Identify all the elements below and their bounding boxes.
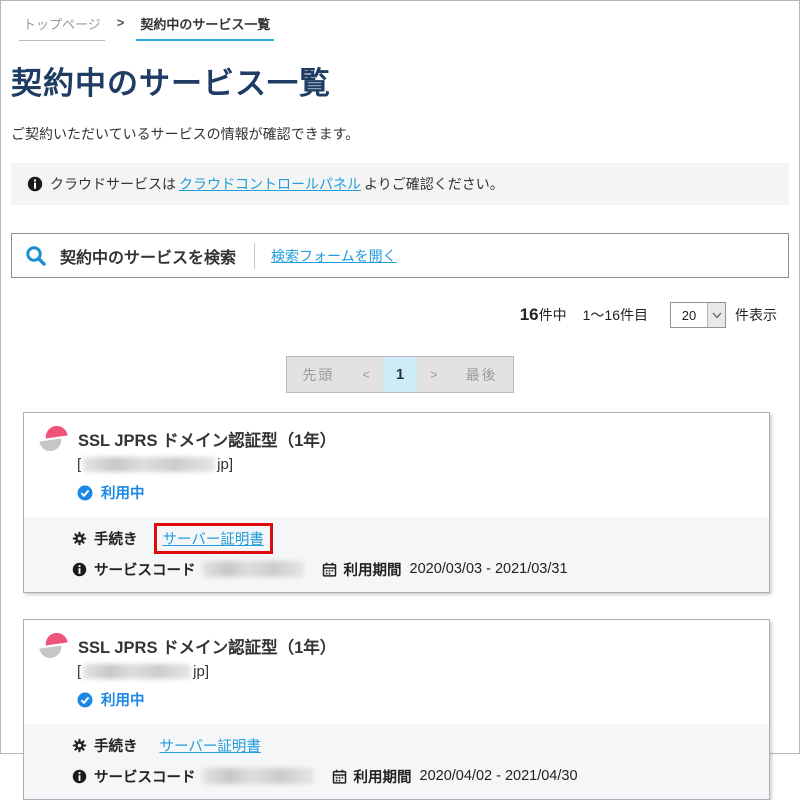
ssl-service-icon (40, 426, 67, 451)
redacted-domain (83, 457, 215, 472)
redacted-service-code (202, 561, 304, 577)
calendar-icon (322, 562, 337, 577)
gear-icon (72, 531, 87, 546)
pagination-prev-button[interactable]: < (350, 357, 383, 392)
procedure-label: 手続き (94, 528, 138, 549)
chevron-down-icon (707, 303, 725, 327)
service-code-label: サービスコード (94, 766, 196, 787)
total-count: 16 (520, 305, 539, 325)
period-label: 利用期間 (354, 766, 412, 787)
per-page-value: 20 (671, 303, 707, 327)
breadcrumb-home-link[interactable]: トップページ (19, 14, 105, 41)
breadcrumb: トップページ > 契約中のサービス一覧 (11, 1, 789, 41)
notice-text-suffix: よりご確認ください。 (364, 174, 504, 194)
gear-icon (72, 738, 87, 753)
breadcrumb-separator: > (117, 14, 125, 30)
redacted-domain (83, 664, 191, 679)
domain-bracket-open: [ (77, 663, 81, 680)
service-card: SSL JPRS ドメイン認証型（1年） [ jp] 利用中 手続き サーバー証… (23, 619, 770, 800)
check-circle-icon (77, 692, 93, 708)
per-page-select[interactable]: 20 (670, 302, 726, 328)
service-status: 利用中 (77, 689, 753, 710)
pagination-next-button[interactable]: > (417, 357, 450, 392)
check-circle-icon (77, 485, 93, 501)
pagination-current-page[interactable]: 1 (383, 357, 418, 392)
period-value: 2020/03/03 - 2021/03/31 (410, 561, 568, 577)
info-circle-icon (72, 769, 87, 784)
pagination-first-button[interactable]: 先頭 (287, 357, 350, 392)
cloud-control-panel-link[interactable]: クラウドコントロールパネル (179, 174, 361, 194)
notice-text-prefix: クラウドサービスは (50, 174, 176, 194)
domain-visible-part: jp] (217, 456, 233, 473)
highlight-red-box: サーバー証明書 (154, 523, 273, 554)
service-code-label: サービスコード (94, 559, 196, 580)
status-badge: 利用中 (101, 482, 145, 503)
service-card-footer: 手続き サーバー証明書 サービスコード 利用期間 2020/03/03 - 20… (24, 517, 769, 592)
status-badge: 利用中 (101, 689, 145, 710)
server-certificate-link[interactable]: サーバー証明書 (160, 735, 261, 756)
domain-visible-part: jp] (193, 663, 209, 680)
pagination-last-button[interactable]: 最後 (450, 357, 513, 392)
domain-bracket-open: [ (77, 456, 81, 473)
search-icon (24, 244, 48, 268)
total-count-suffix: 件中 (539, 305, 567, 325)
service-domain: [ jp] (77, 456, 753, 473)
info-circle-icon (72, 562, 87, 577)
procedure-label: 手続き (94, 735, 138, 756)
list-controls: 16 件中 1〜16件目 20 件表示 (11, 302, 789, 328)
result-range: 1〜16件目 (583, 305, 648, 325)
redacted-service-code (202, 768, 314, 784)
period-value: 2020/04/02 - 2021/04/30 (420, 768, 578, 784)
service-search-bar: 契約中のサービスを検索 検索フォームを開く (11, 233, 789, 278)
service-card-header: SSL JPRS ドメイン認証型（1年） [ jp] 利用中 (24, 413, 769, 517)
server-certificate-link[interactable]: サーバー証明書 (163, 532, 264, 548)
search-label: 契約中のサービスを検索 (60, 244, 236, 268)
page: トップページ > 契約中のサービス一覧 契約中のサービス一覧 ご契約いただいてい… (1, 1, 799, 800)
per-page-suffix: 件表示 (735, 305, 777, 325)
service-card-footer: 手続き サーバー証明書 サービスコード 利用期間 2020/04/02 - 20… (24, 724, 769, 799)
breadcrumb-current: 契約中のサービス一覧 (136, 14, 274, 41)
page-title: 契約中のサービス一覧 (11, 58, 789, 103)
info-circle-icon (27, 176, 43, 192)
service-domain: [ jp] (77, 663, 753, 680)
pagination: 先頭 < 1 > 最後 (286, 356, 514, 393)
page-description: ご契約いただいているサービスの情報が確認できます。 (11, 124, 789, 144)
service-card: SSL JPRS ドメイン認証型（1年） [ jp] 利用中 手続き (23, 412, 770, 593)
search-divider (254, 243, 255, 269)
ssl-service-icon (40, 633, 67, 658)
period-label: 利用期間 (344, 559, 402, 580)
open-search-form-link[interactable]: 検索フォームを開く (271, 246, 397, 266)
service-title: SSL JPRS ドメイン認証型（1年） (78, 427, 336, 451)
service-title: SSL JPRS ドメイン認証型（1年） (78, 634, 336, 658)
service-card-header: SSL JPRS ドメイン認証型（1年） [ jp] 利用中 (24, 620, 769, 724)
cloud-notice: クラウドサービスはクラウドコントロールパネルよりご確認ください。 (11, 163, 789, 205)
calendar-icon (332, 769, 347, 784)
service-status: 利用中 (77, 482, 753, 503)
